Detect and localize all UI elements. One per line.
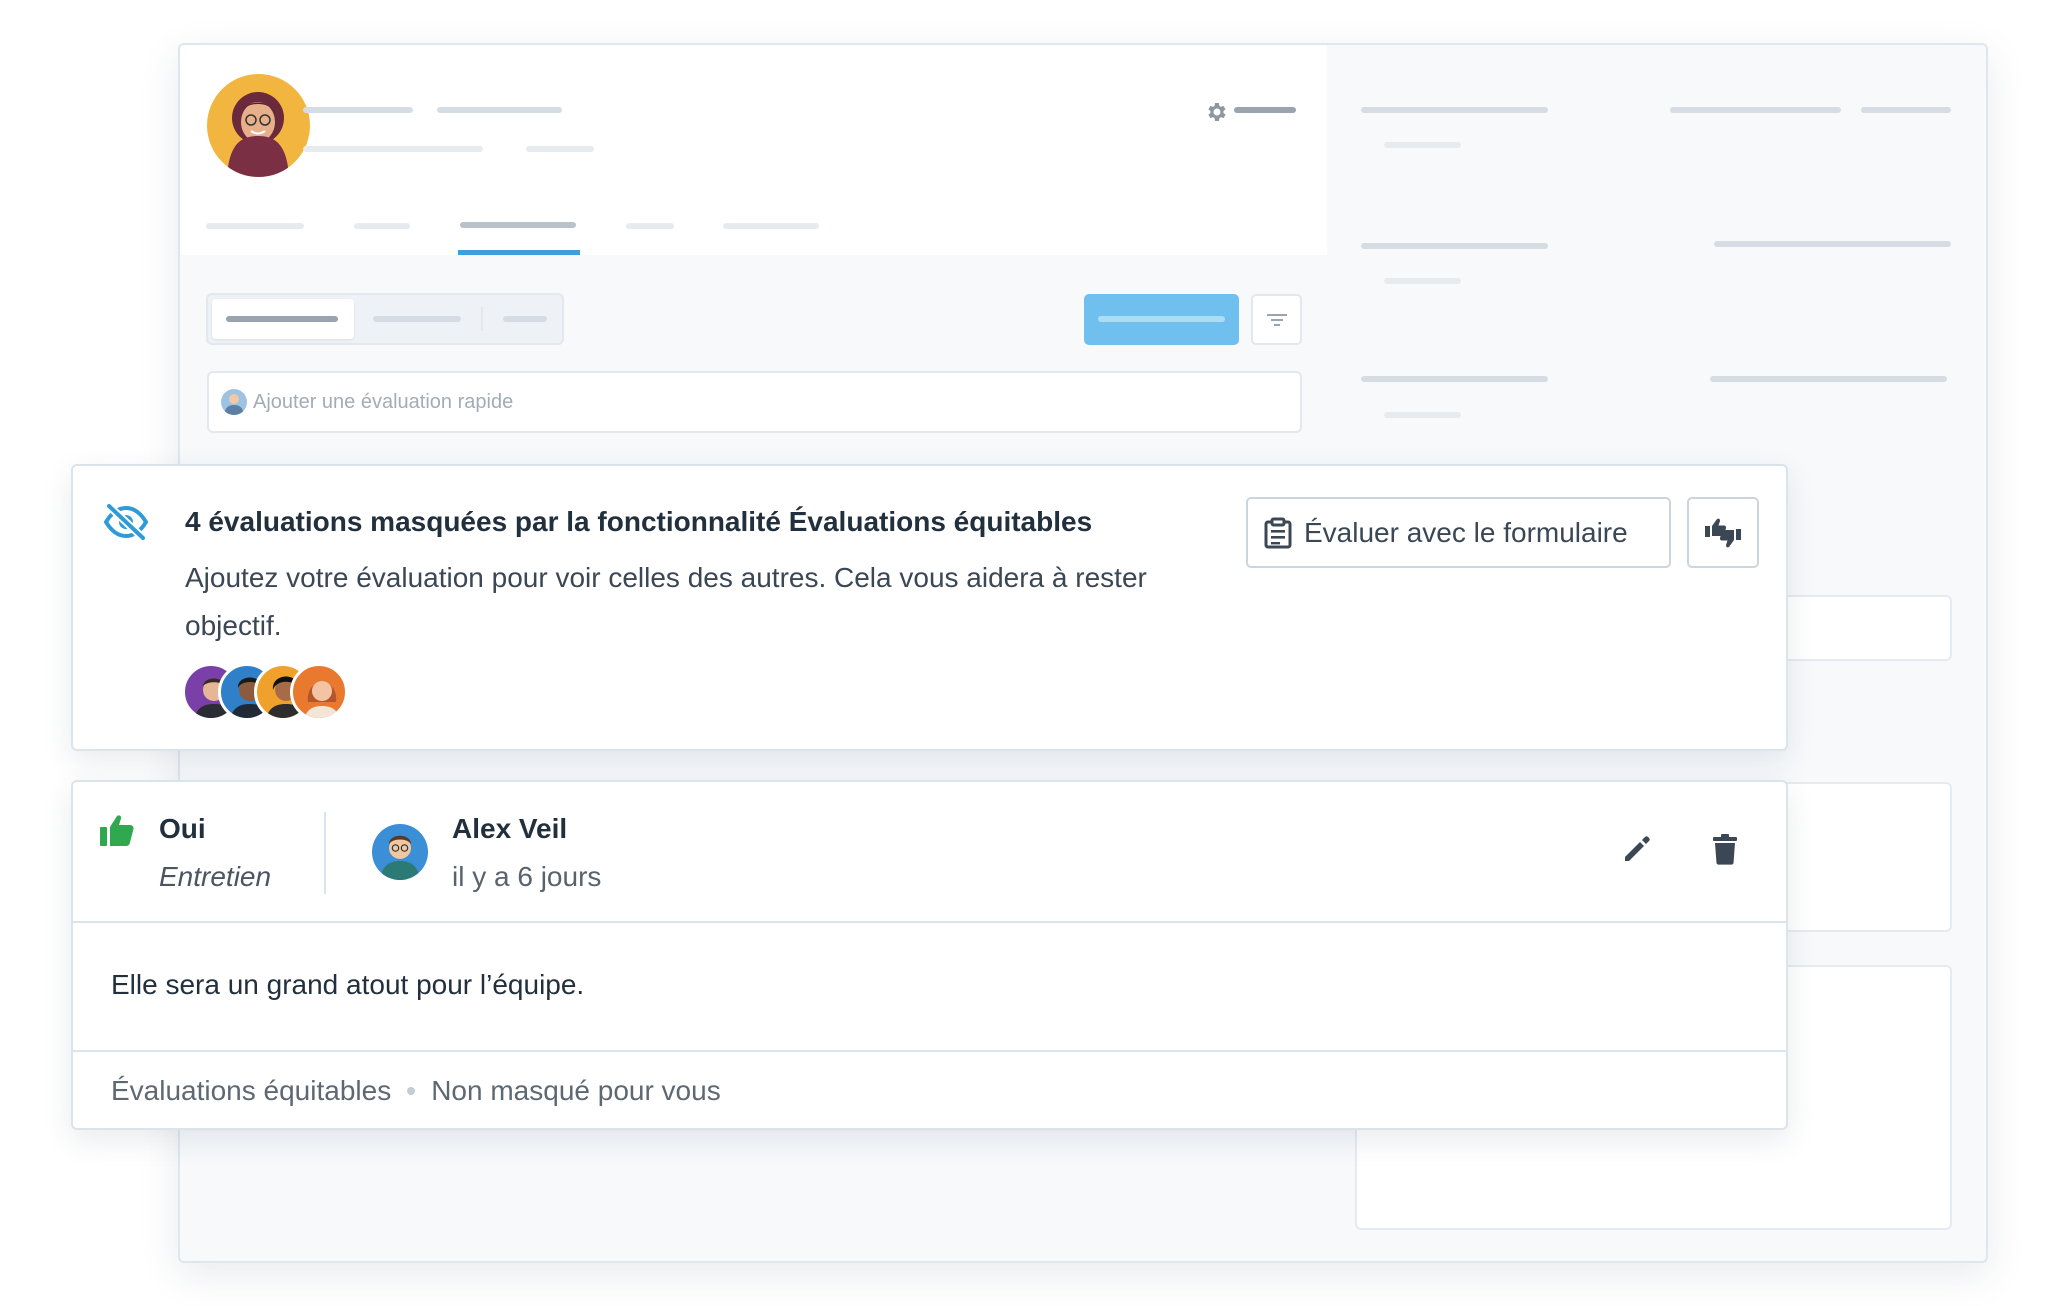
divider <box>324 812 326 894</box>
eye-slash-icon <box>103 502 149 547</box>
filter-icon <box>1266 313 1287 326</box>
review-header: Oui Entretien Alex Veil il y a 6 jours <box>73 782 1786 923</box>
quick-evaluation-placeholder: Ajouter une évaluation rapide <box>253 390 514 413</box>
review-footer: Évaluations équitables Non masqué pour v… <box>111 1075 721 1107</box>
filter-button[interactable] <box>1251 294 1302 345</box>
quick-thumbs-button[interactable] <box>1687 497 1759 568</box>
gear-icon[interactable] <box>1204 100 1228 129</box>
user-avatar <box>221 389 247 415</box>
review-comment: Elle sera un grand atout pour l’équipe. <box>111 969 585 1000</box>
candidate-avatar <box>207 74 310 177</box>
review-body: Elle sera un grand atout pour l’équipe. <box>73 923 1786 1052</box>
evaluate-with-form-label: Évaluer avec le formulaire <box>1304 516 1628 548</box>
pencil-icon[interactable] <box>1621 833 1653 870</box>
trash-icon[interactable] <box>1711 833 1739 870</box>
primary-action-button[interactable] <box>1084 294 1239 345</box>
review-time: il y a 6 jours <box>452 861 602 892</box>
hidden-reviewers-avatars <box>182 663 362 723</box>
reviewer-avatar <box>290 663 348 721</box>
quick-evaluation-input[interactable]: Ajouter une évaluation rapide <box>207 371 1302 433</box>
active-tab-underline <box>458 250 580 255</box>
notice-title: 4 évaluations masquées par la fonctionna… <box>185 506 1093 537</box>
evaluate-with-form-button[interactable]: Évaluer avec le formulaire <box>1246 497 1671 568</box>
review-stage: Entretien <box>159 861 272 892</box>
author-avatar <box>372 824 428 880</box>
notice-description: Ajoutez votre évaluation pour voir celle… <box>185 562 1147 641</box>
review-author[interactable]: Alex Veil <box>452 813 567 845</box>
review-card: Oui Entretien Alex Veil il y a 6 jours E… <box>71 780 1788 1130</box>
view-segmented-control[interactable] <box>206 293 564 345</box>
clipboard-icon <box>1264 517 1292 548</box>
fair-evaluations-label[interactable]: Évaluations équitables <box>111 1075 391 1107</box>
thumbs-up-down-icon <box>1705 518 1741 547</box>
review-verdict: Oui <box>159 813 206 844</box>
hidden-evaluations-notice: 4 évaluations masquées par la fonctionna… <box>71 464 1788 751</box>
thumbs-up-icon <box>99 814 135 853</box>
profile-header <box>180 45 1327 255</box>
visibility-status: Non masqué pour vous <box>431 1075 721 1106</box>
separator-dot <box>407 1087 416 1095</box>
